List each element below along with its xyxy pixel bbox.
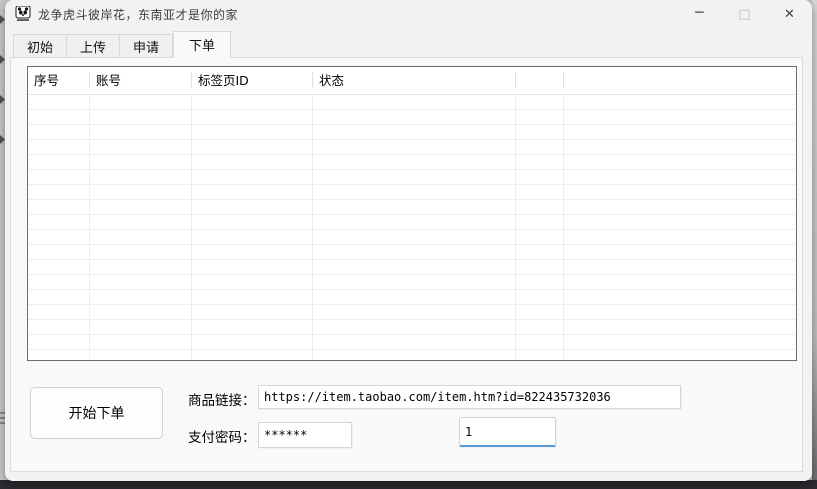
grid-line [515,95,516,359]
tab-place-order[interactable]: 下单 [173,31,231,58]
app-window: 龙争虎斗彼岸花，东南亚才是你的家 ─ □ ✕ 初始 上传 申请 下单 [5,0,812,481]
tab-page-place-order: 序号 账号 标签页ID 状态 开始下单 商品链接： 支付密码： [10,57,803,472]
maximize-button: □ [722,0,767,28]
tab-initial[interactable]: 初始 [13,34,67,58]
tab-label: 下单 [189,35,215,54]
payment-password-label: 支付密码： [188,426,256,446]
column-header-tab-id[interactable]: 标签页ID [192,67,313,94]
grid-line [89,95,90,359]
titlebar[interactable]: 龙争虎斗彼岸花，东南亚才是你的家 ─ □ ✕ [5,0,812,28]
tab-label: 申请 [133,37,159,56]
panda-app-icon [15,6,31,22]
tab-upload[interactable]: 上传 [67,34,120,58]
product-link-input[interactable] [258,385,681,409]
payment-password-input[interactable] [258,422,352,448]
column-header-filler [564,67,796,94]
grid-line [563,95,564,359]
tab-label: 初始 [27,37,53,56]
window-shadow-edge [812,0,817,481]
column-header-account[interactable]: 账号 [90,67,192,94]
tab-apply[interactable]: 申请 [120,34,173,58]
product-link-label: 商品链接： [188,389,256,409]
close-button[interactable]: ✕ [767,0,812,28]
minimize-icon: ─ [695,5,703,21]
taskbar-edge [0,480,817,489]
window-title: 龙争虎斗彼岸花，东南亚才是你的家 [38,6,238,23]
orders-table: 序号 账号 标签页ID 状态 [27,66,797,361]
column-header-empty[interactable] [516,67,564,94]
start-order-button[interactable]: 开始下单 [30,387,163,439]
maximize-icon: □ [738,7,750,22]
column-header-status[interactable]: 状态 [313,67,516,94]
tab-label: 上传 [80,37,106,56]
window-controls: ─ □ ✕ [677,0,812,28]
close-icon: ✕ [784,7,795,22]
grid-line [191,95,192,359]
quantity-input[interactable] [459,417,556,447]
table-header-row: 序号 账号 标签页ID 状态 [28,67,796,95]
table-body-empty[interactable] [28,95,796,359]
column-header-index[interactable]: 序号 [28,67,90,94]
tab-strip: 初始 上传 申请 下单 [13,31,231,58]
minimize-button[interactable]: ─ [677,0,722,28]
grid-line [312,95,313,359]
